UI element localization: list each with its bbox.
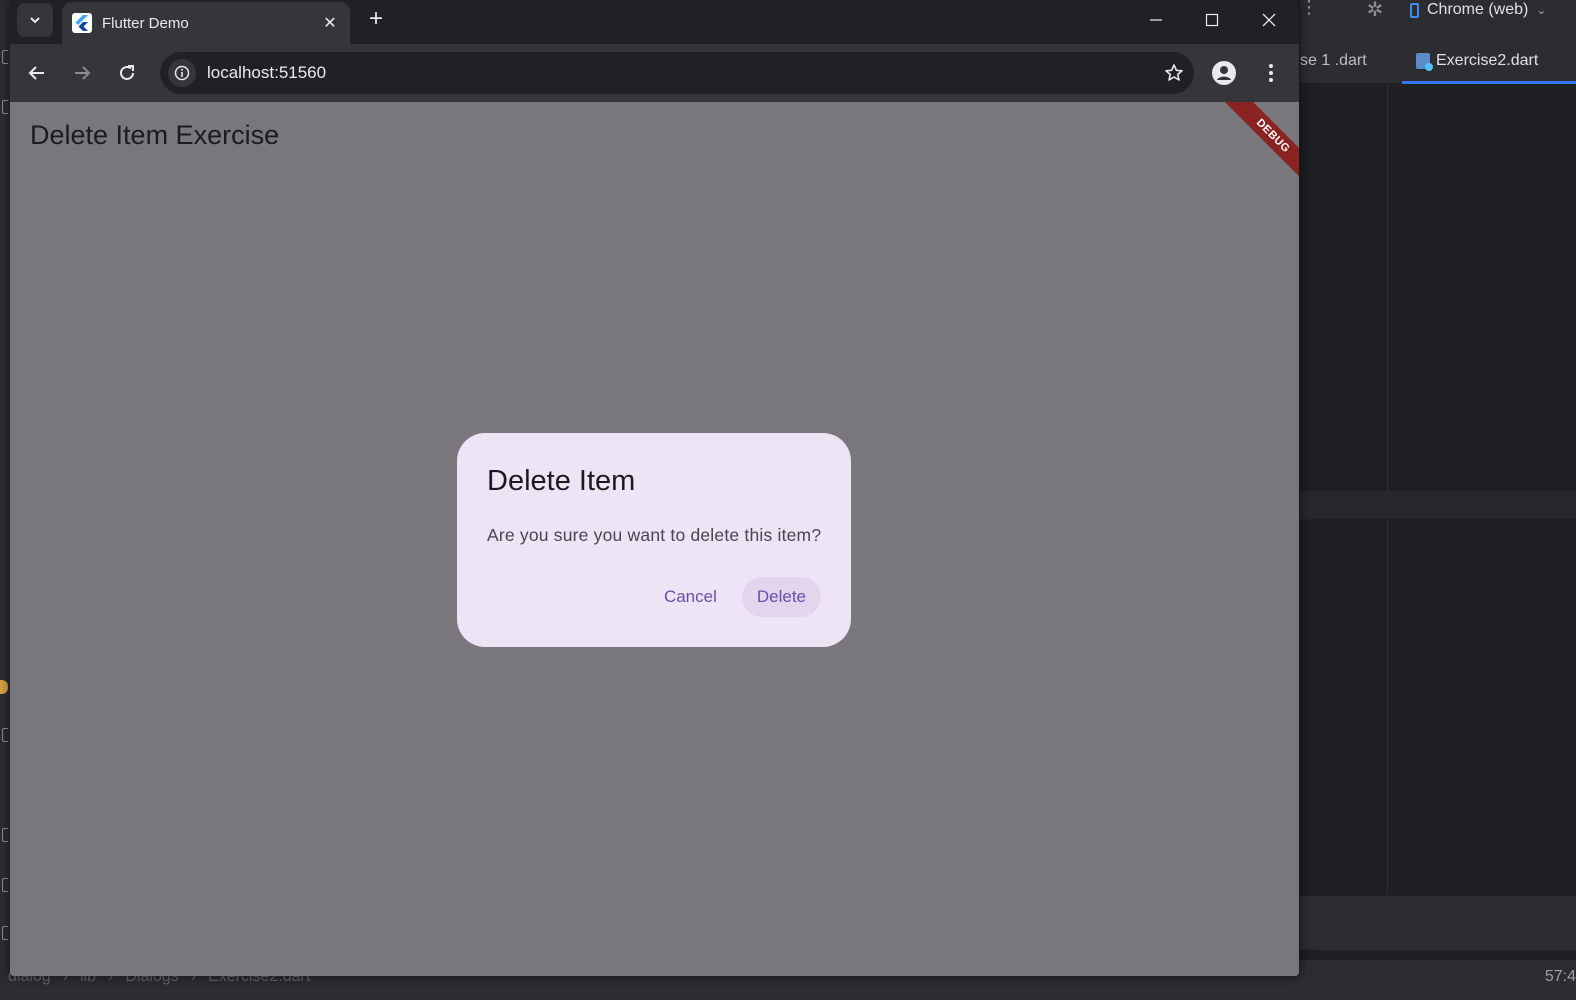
ide-toolbar: ⋮ ✲ Chrome (web) ⌄ xyxy=(1300,0,1576,38)
debug-banner: DEBUG xyxy=(1223,102,1299,186)
tab-strip: Flutter Demo ✕ + xyxy=(10,0,1299,44)
browser-menu-button[interactable] xyxy=(1256,58,1286,88)
delete-button[interactable]: Delete xyxy=(741,577,821,617)
git-tool-icon[interactable] xyxy=(2,926,8,940)
ide-tool-strip xyxy=(0,0,10,1000)
flutter-logo-icon xyxy=(72,13,92,33)
bug-icon[interactable]: ✲ xyxy=(1360,0,1390,22)
editor-tab-label: se 1 .dart xyxy=(1300,52,1367,69)
person-icon xyxy=(1212,61,1236,85)
dialog-actions: Cancel Delete xyxy=(649,577,821,617)
browser-tab[interactable]: Flutter Demo ✕ xyxy=(62,2,350,44)
arrow-left-icon xyxy=(28,66,44,80)
editor-tab-label: Exercise2.dart xyxy=(1436,52,1539,69)
ide-bottom-panel xyxy=(1300,895,1576,950)
tab-title: Flutter Demo xyxy=(102,14,189,32)
caret-position[interactable]: 57:4 xyxy=(1545,968,1576,986)
chevron-down-icon: ⌄ xyxy=(1536,3,1547,17)
reload-icon xyxy=(120,65,134,80)
current-line-highlight xyxy=(1300,491,1576,519)
dialog-message: Are you sure you want to delete this ite… xyxy=(487,525,822,545)
editor-tab-exercise2[interactable]: Exercise2.dart xyxy=(1401,38,1576,84)
ide-more-icon[interactable]: ⋮ xyxy=(1300,0,1318,20)
page-title: Delete Item Exercise xyxy=(30,120,280,150)
editor-guide-line xyxy=(1387,85,1388,895)
run-tool-icon[interactable] xyxy=(2,728,8,742)
tab-search-button[interactable] xyxy=(17,3,53,37)
minimize-button[interactable] xyxy=(1128,0,1184,40)
page-viewport: Delete Item Exercise DEBUG Delete Item A… xyxy=(10,102,1299,976)
dart-file-icon xyxy=(1416,53,1433,71)
new-tab-button[interactable]: + xyxy=(362,6,390,34)
star-icon xyxy=(1165,64,1183,81)
close-icon xyxy=(1262,13,1276,27)
editor-tabs: se 1 .dart Exercise2.dart xyxy=(1300,38,1576,84)
site-info-button[interactable] xyxy=(168,59,196,87)
dialog-title: Delete Item xyxy=(487,465,636,497)
browser-toolbar: localhost:51560 xyxy=(10,44,1299,102)
maximize-button[interactable] xyxy=(1184,0,1240,40)
close-window-button[interactable] xyxy=(1241,0,1297,40)
profile-button[interactable] xyxy=(1210,59,1238,87)
terminal-tool-icon[interactable] xyxy=(2,878,8,892)
kebab-icon xyxy=(1269,64,1273,82)
editor-tab-exercise1[interactable]: se 1 .dart xyxy=(1300,38,1367,84)
problems-tool-icon[interactable] xyxy=(2,828,8,842)
bookmark-button[interactable] xyxy=(1154,63,1194,83)
url-text[interactable]: localhost:51560 xyxy=(207,63,1154,83)
structure-tool-icon[interactable] xyxy=(2,100,8,114)
maximize-icon xyxy=(1205,13,1219,27)
device-selector-label: Chrome (web) xyxy=(1427,1,1529,18)
phone-icon xyxy=(1410,2,1419,18)
arrow-right-icon xyxy=(75,66,91,80)
warning-icon[interactable] xyxy=(0,680,8,694)
minimize-icon xyxy=(1150,19,1162,21)
address-bar[interactable]: localhost:51560 xyxy=(160,52,1194,94)
reload-button[interactable] xyxy=(110,56,144,90)
back-button[interactable] xyxy=(20,56,54,90)
delete-dialog: Delete Item Are you sure you want to del… xyxy=(457,433,851,647)
project-tool-icon[interactable] xyxy=(2,50,8,64)
cancel-button[interactable]: Cancel xyxy=(649,577,732,617)
info-icon xyxy=(174,65,190,81)
code-editor[interactable] xyxy=(1300,85,1576,895)
close-tab-icon[interactable]: ✕ xyxy=(320,13,340,33)
chevron-down-icon xyxy=(30,17,40,24)
browser-window: Flutter Demo ✕ + localhost:51560 Delete … xyxy=(10,0,1299,976)
device-selector[interactable]: Chrome (web) ⌄ xyxy=(1410,0,1546,20)
forward-button[interactable] xyxy=(65,56,99,90)
